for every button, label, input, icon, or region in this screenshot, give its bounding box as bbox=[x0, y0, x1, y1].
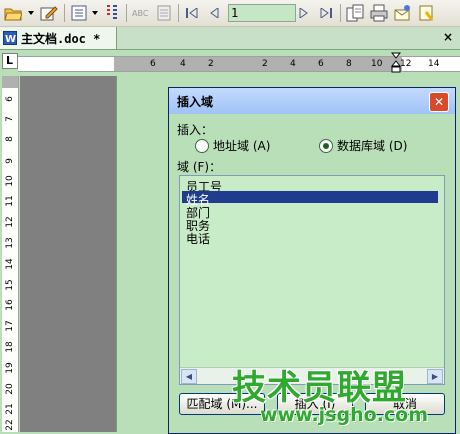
tab-document[interactable]: W 主文档.doc * bbox=[0, 27, 117, 49]
ruler-number: 8 bbox=[346, 59, 352, 69]
ruler-number: 6 bbox=[5, 96, 15, 102]
ruler-number: 6 bbox=[150, 59, 156, 69]
ruler-number: 12 bbox=[400, 59, 412, 69]
tab-stop-selector[interactable]: L bbox=[2, 53, 18, 69]
ruler-number: 6 bbox=[318, 59, 324, 69]
list-icon[interactable] bbox=[68, 3, 90, 23]
open-folder-icon[interactable] bbox=[2, 3, 24, 23]
database-field-option[interactable]: 数据库域 (D) bbox=[319, 137, 449, 153]
ruler-number: 17 bbox=[5, 320, 15, 332]
tab-label: 主文档.doc * bbox=[21, 31, 101, 46]
tab-stop-label: L bbox=[6, 54, 14, 67]
view-icon[interactable] bbox=[154, 3, 174, 23]
scroll-right-icon[interactable]: ▶ bbox=[427, 369, 443, 384]
first-record-icon[interactable] bbox=[182, 3, 202, 23]
separator bbox=[178, 4, 179, 22]
ruler-number: 19 bbox=[5, 362, 15, 374]
svg-text:ABC: ABC bbox=[132, 9, 149, 18]
ruler-margin-shade bbox=[2, 76, 18, 88]
ruler-number: 10 bbox=[5, 175, 15, 187]
list-item[interactable]: 职务 bbox=[186, 217, 210, 233]
list-item[interactable]: 员工号 bbox=[186, 178, 222, 194]
close-tab-icon[interactable]: × bbox=[443, 30, 453, 44]
chevron-down-icon[interactable] bbox=[26, 3, 36, 23]
ruler-number: 22 bbox=[5, 419, 15, 431]
toolbar: ABC 1 bbox=[0, 0, 460, 27]
ruler-number: 4 bbox=[290, 59, 296, 69]
ruler-number: 18 bbox=[5, 341, 15, 353]
next-record-icon[interactable] bbox=[294, 3, 314, 23]
merge-to-printer-icon[interactable] bbox=[368, 3, 390, 23]
dialog-title: 插入域 bbox=[177, 95, 214, 109]
merge-to-email-icon[interactable] bbox=[392, 3, 414, 23]
ruler-number: 7 bbox=[5, 116, 15, 122]
record-number-input[interactable]: 1 bbox=[228, 4, 296, 22]
previous-record-icon[interactable] bbox=[204, 3, 224, 23]
insert-label: 插入： bbox=[177, 123, 214, 137]
address-field-option[interactable]: 地址域 (A) bbox=[195, 137, 315, 153]
ruler-number: 2 bbox=[262, 59, 268, 69]
find-record-icon[interactable] bbox=[416, 3, 438, 23]
svg-text:W: W bbox=[5, 34, 16, 45]
indent-marker-icon[interactable] bbox=[390, 52, 402, 77]
ruler-number: 14 bbox=[5, 258, 15, 270]
address-field-radio[interactable] bbox=[195, 139, 209, 153]
ruler-margin-shade bbox=[114, 57, 402, 71]
close-icon[interactable]: ✕ bbox=[429, 92, 449, 112]
ruler-number: 20 bbox=[5, 383, 15, 395]
watermark-url: www.jsgho.com bbox=[260, 404, 428, 426]
separator bbox=[64, 4, 65, 22]
list-item-selected[interactable]: 姓名 bbox=[182, 191, 438, 207]
document-tab-bar: W 主文档.doc * × bbox=[0, 27, 460, 50]
last-record-icon[interactable] bbox=[316, 3, 336, 23]
scroll-left-icon[interactable]: ◀ bbox=[181, 369, 197, 384]
database-field-label: 数据库域 (D) bbox=[337, 139, 408, 153]
ruler-number: 9 bbox=[5, 158, 15, 164]
word-document-icon: W bbox=[3, 31, 17, 45]
ruler-number: 21 bbox=[5, 403, 15, 415]
mail-merge-icon[interactable] bbox=[102, 3, 122, 23]
edit-icon[interactable] bbox=[38, 3, 60, 23]
horizontal-ruler-area: L 6 4 2 2 4 6 8 10 12 14 bbox=[0, 50, 460, 74]
fields-label: 域 (F)： bbox=[177, 160, 222, 174]
page-margin-area bbox=[20, 76, 116, 432]
list-item[interactable]: 部门 bbox=[186, 204, 210, 220]
ruler-number: 8 bbox=[5, 136, 15, 142]
database-field-radio[interactable] bbox=[319, 139, 333, 153]
ruler-number: 14 bbox=[428, 59, 440, 69]
dialog-title-bar[interactable]: 插入域 ✕ bbox=[169, 88, 455, 114]
ruler-number: 12 bbox=[5, 216, 15, 228]
vertical-ruler[interactable]: 6 7 8 9 10 11 12 13 14 15 16 17 18 19 20… bbox=[2, 76, 19, 432]
abc-icon[interactable]: ABC bbox=[130, 3, 152, 23]
fields-listbox[interactable]: 员工号 姓名 部门 职务 电话 ◀ ▶ bbox=[179, 175, 445, 385]
watermark-logo: 技术员联盟 bbox=[232, 368, 407, 408]
separator bbox=[126, 4, 127, 22]
ruler-number: 13 bbox=[5, 237, 15, 249]
separator bbox=[340, 4, 341, 22]
chevron-down-icon[interactable] bbox=[90, 3, 100, 23]
ruler-number: 16 bbox=[5, 299, 15, 311]
ruler-number: 11 bbox=[5, 195, 15, 207]
merge-to-document-icon[interactable] bbox=[344, 3, 366, 23]
ruler-number: 4 bbox=[180, 59, 186, 69]
list-item[interactable]: 电话 bbox=[186, 230, 210, 246]
address-field-label: 地址域 (A) bbox=[213, 139, 271, 153]
ruler-number: 15 bbox=[5, 279, 15, 291]
radio-selected-dot bbox=[323, 143, 329, 149]
ruler-number: 2 bbox=[208, 59, 214, 69]
ruler-number: 10 bbox=[371, 59, 383, 69]
